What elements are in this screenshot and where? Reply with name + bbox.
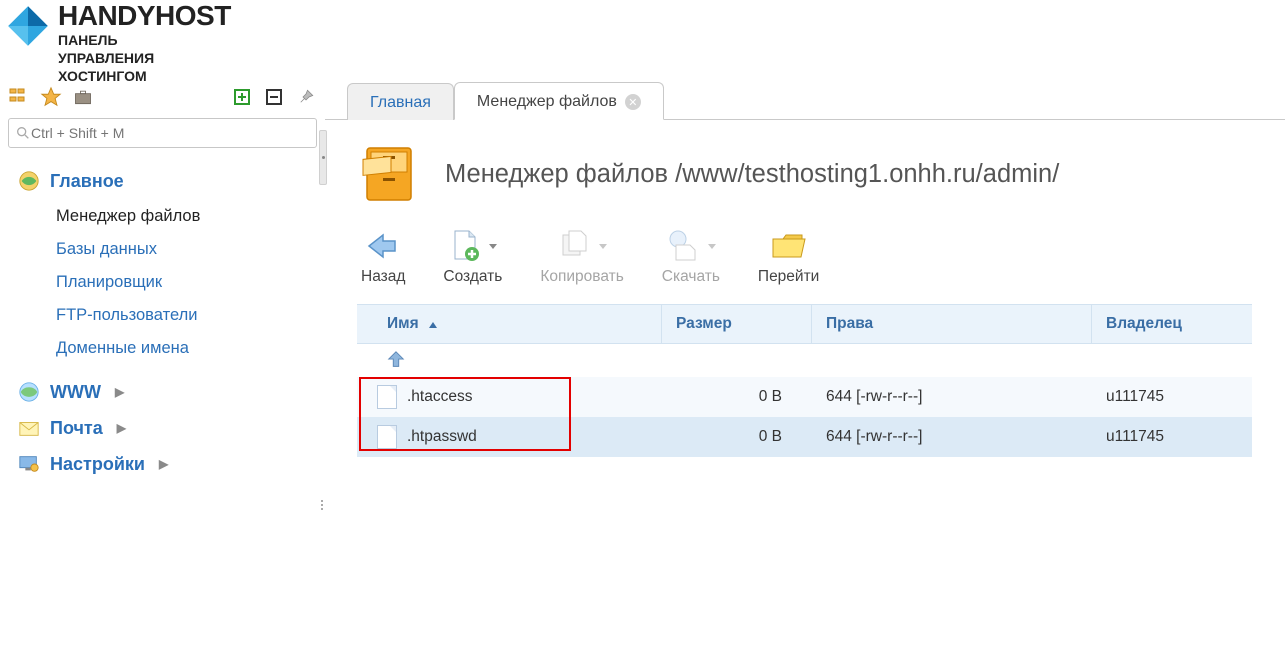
- arrow-left-icon: [365, 231, 401, 261]
- nav-group-settings-label: Настройки: [50, 454, 145, 475]
- table-row[interactable]: .htpasswd 0 B 644 [-rw-r--r--] u111745: [357, 417, 1252, 457]
- tab-bar: Главная Менеджер файлов ✕: [325, 78, 1285, 120]
- nav-item-ftp-users[interactable]: FTP-пользователи: [0, 299, 325, 332]
- search-icon: [15, 125, 31, 141]
- sidebar-collapse-handle[interactable]: [319, 130, 327, 185]
- page-header: Менеджер файлов /www/testhosting1.onhh.r…: [357, 142, 1285, 206]
- action-create-label: Создать: [443, 268, 502, 286]
- chevron-right-icon: ▶: [117, 421, 126, 435]
- sort-asc-icon: [429, 322, 437, 328]
- settings-monitor-icon: [18, 453, 40, 475]
- briefcase-icon[interactable]: [72, 86, 94, 108]
- brand-sub2: УПРАВЛЕНИЯ: [58, 50, 231, 66]
- file-table: Имя Размер Права Владелец: [357, 304, 1252, 457]
- chevron-down-icon: [708, 244, 716, 249]
- page-title: Менеджер файлов /www/testhosting1.onhh.r…: [445, 160, 1059, 189]
- tab-file-manager[interactable]: Менеджер файлов ✕: [454, 82, 664, 120]
- nav-group-main-label: Главное: [50, 171, 124, 192]
- globe-home-icon: [18, 170, 40, 192]
- action-download-label: Скачать: [662, 268, 720, 286]
- chevron-right-icon: ▶: [159, 457, 168, 471]
- logo-icon: [6, 4, 50, 48]
- nav-item-domain-names[interactable]: Доменные имена: [0, 332, 325, 365]
- nav-group-www-label: WWW: [50, 382, 101, 403]
- logo: HANDYHOST ПАНЕЛЬ УПРАВЛЕНИЯ ХОСТИНГОМ: [0, 0, 325, 84]
- file-size: 0 B: [662, 380, 812, 414]
- tab-main-label: Главная: [370, 94, 431, 112]
- nav-group-settings[interactable]: Настройки ▶: [0, 445, 325, 481]
- brand-sub1: ПАНЕЛЬ: [58, 32, 231, 48]
- nav-group-main[interactable]: Главное: [0, 162, 325, 198]
- chevron-down-icon: [489, 244, 497, 249]
- action-back-label: Назад: [361, 268, 405, 286]
- table-header: Имя Размер Права Владелец: [357, 304, 1252, 344]
- nav-item-file-manager[interactable]: Менеджер файлов: [0, 200, 325, 233]
- file-cabinet-icon: [357, 142, 421, 206]
- globe-www-icon: [18, 381, 40, 403]
- star-icon[interactable]: [40, 86, 62, 108]
- col-header-size[interactable]: Размер: [662, 305, 812, 343]
- action-go-label: Перейти: [758, 268, 819, 286]
- plus-icon[interactable]: [231, 86, 253, 108]
- chevron-right-icon: ▶: [115, 385, 124, 399]
- file-name: .htaccess: [407, 388, 472, 406]
- tree-icon[interactable]: [8, 86, 30, 108]
- sidebar-toolbar: [0, 80, 325, 112]
- up-directory[interactable]: [357, 344, 1252, 377]
- search-input[interactable]: [31, 125, 310, 141]
- nav-item-scheduler[interactable]: Планировщик: [0, 266, 325, 299]
- action-back[interactable]: Назад: [361, 228, 405, 286]
- action-go[interactable]: Перейти: [758, 228, 819, 286]
- tab-file-manager-label: Менеджер файлов: [477, 93, 617, 111]
- nav-group-www[interactable]: WWW ▶: [0, 373, 325, 409]
- action-bar: Назад Создать: [357, 228, 1285, 286]
- file-name: .htpasswd: [407, 428, 477, 446]
- nav-group-mail-label: Почта: [50, 418, 103, 439]
- file-icon: [377, 385, 397, 409]
- action-copy[interactable]: Копировать: [540, 228, 623, 286]
- pin-icon[interactable]: [295, 86, 317, 108]
- action-copy-label: Копировать: [540, 268, 623, 286]
- sidebar-resize-handle[interactable]: [319, 490, 325, 520]
- nav-item-databases[interactable]: Базы данных: [0, 233, 325, 266]
- file-owner: u111745: [1092, 380, 1252, 414]
- minus-icon[interactable]: [263, 86, 285, 108]
- download-icon: [666, 229, 700, 263]
- file-perm: 644 [-rw-r--r--]: [812, 420, 1092, 454]
- file-size: 0 B: [662, 420, 812, 454]
- chevron-down-icon: [599, 244, 607, 249]
- action-create[interactable]: Создать: [443, 228, 502, 286]
- up-folder-icon: [385, 350, 407, 370]
- col-header-owner[interactable]: Владелец: [1092, 305, 1252, 343]
- close-icon[interactable]: ✕: [625, 94, 641, 110]
- sidebar: HANDYHOST ПАНЕЛЬ УПРАВЛЕНИЯ ХОСТИНГОМ: [0, 0, 325, 652]
- table-row[interactable]: .htaccess 0 B 644 [-rw-r--r--] u111745: [357, 377, 1252, 417]
- copy-icon: [557, 229, 591, 263]
- file-owner: u111745: [1092, 420, 1252, 454]
- mail-icon: [18, 417, 40, 439]
- file-perm: 644 [-rw-r--r--]: [812, 380, 1092, 414]
- tab-main[interactable]: Главная: [347, 83, 454, 120]
- nav-group-mail[interactable]: Почта ▶: [0, 409, 325, 445]
- search-box[interactable]: [8, 118, 317, 148]
- action-download[interactable]: Скачать: [662, 228, 720, 286]
- main-area: Главная Менеджер файлов ✕ Менеджер файло…: [325, 0, 1285, 652]
- brand-name: HANDYHOST: [58, 2, 231, 30]
- col-header-name[interactable]: Имя: [357, 305, 662, 343]
- folder-open-icon: [770, 231, 808, 261]
- file-icon: [377, 425, 397, 449]
- col-header-perm[interactable]: Права: [812, 305, 1092, 343]
- new-file-icon: [449, 229, 481, 263]
